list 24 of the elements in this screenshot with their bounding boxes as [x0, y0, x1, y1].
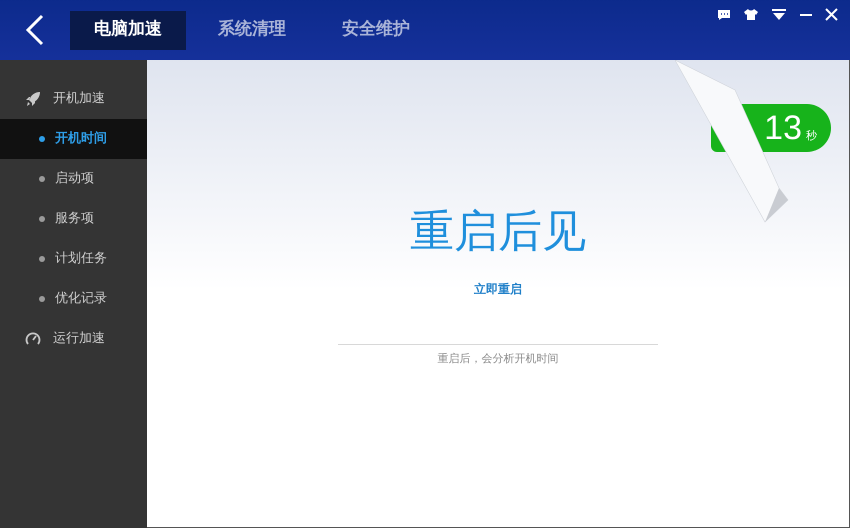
rocket-icon	[25, 91, 41, 107]
bullet-icon	[39, 296, 45, 302]
restart-now-link[interactable]: 立即重启	[474, 280, 522, 298]
tab[interactable]: 电脑加速	[70, 10, 186, 50]
sidebar-item[interactable]: 计划任务	[0, 239, 147, 279]
tab[interactable]: 安全维护	[318, 10, 434, 50]
hint-text: 重启后，会分析开机时间	[438, 351, 558, 367]
bullet-icon	[39, 256, 45, 262]
close-icon[interactable]	[825, 8, 838, 21]
sidebar-item[interactable]: 启动项	[0, 159, 147, 199]
shirt-icon[interactable]	[743, 8, 759, 21]
sidebar-item[interactable]: 服务项	[0, 199, 147, 239]
headline: 重启后见	[410, 210, 586, 254]
sidebar-item[interactable]: 开机时间	[0, 119, 147, 159]
feedback-icon[interactable]	[717, 8, 731, 20]
bullet-icon	[39, 136, 45, 142]
sidebar-item[interactable]: 优化记录	[0, 279, 147, 319]
bullet-icon	[39, 216, 45, 222]
tab[interactable]: 系统清理	[194, 10, 310, 50]
sidebar-group-label[interactable]: 开机加速	[53, 89, 105, 109]
sidebar-group-label[interactable]: 运行加速	[53, 329, 105, 349]
menu-icon[interactable]	[771, 8, 787, 21]
bullet-icon	[39, 176, 45, 182]
gauge-icon	[25, 331, 41, 347]
